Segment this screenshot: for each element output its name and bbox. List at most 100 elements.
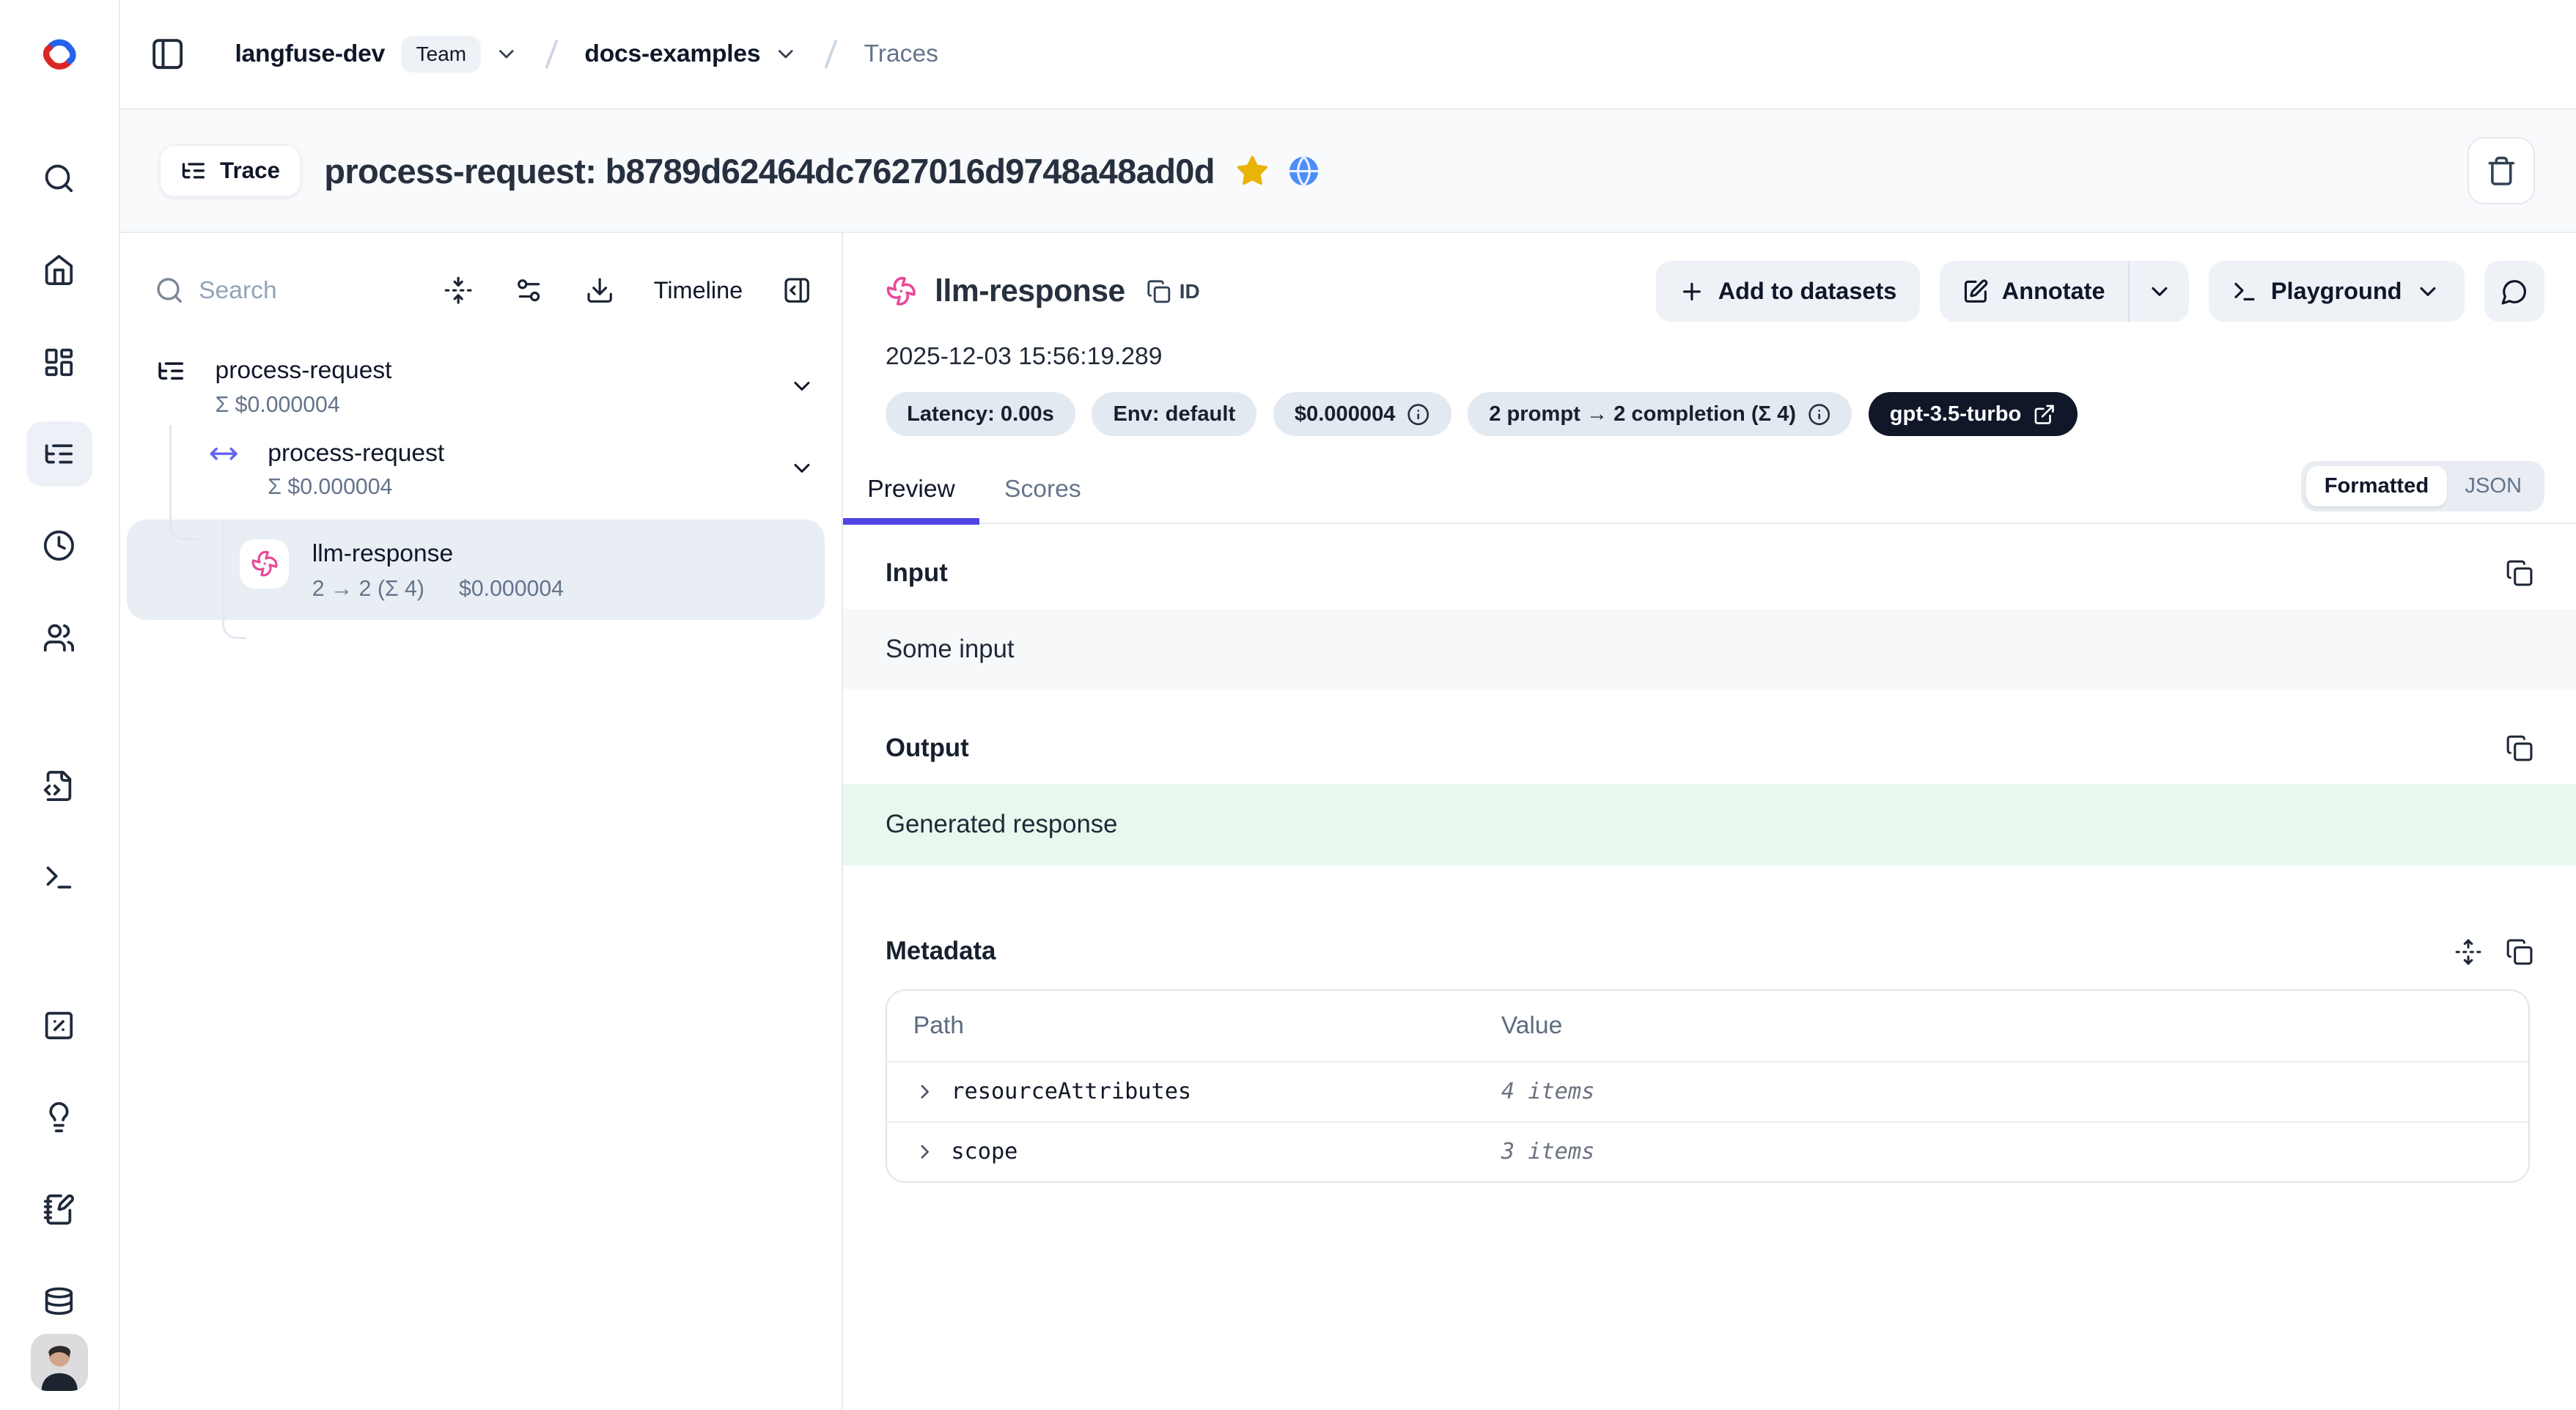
expand-row-button[interactable] <box>913 1080 936 1103</box>
annotate-label: Annotate <box>2002 278 2105 305</box>
plus-icon <box>1679 278 1705 305</box>
observation-timestamp: 2025-12-03 15:56:19.289 <box>843 343 2576 371</box>
tree-node-cost: Σ $0.000004 <box>120 393 842 418</box>
input-section-title: Input <box>886 559 948 588</box>
rail-prompts-button[interactable] <box>26 753 92 819</box>
download-button[interactable] <box>585 276 614 305</box>
generation-fan-icon <box>886 276 917 307</box>
content-row: Timeline process-request Σ $0.000004 <box>120 233 2576 1410</box>
public-globe-icon[interactable] <box>1287 154 1321 188</box>
output-section-header: Output <box>843 734 2576 763</box>
copy-output-button[interactable] <box>2506 734 2533 762</box>
copy-id-button[interactable]: ID <box>1147 279 1200 304</box>
model-badge-label: gpt-3.5-turbo <box>1890 402 2022 427</box>
playground-button[interactable]: Playground <box>2209 261 2465 322</box>
observation-title: llm-response <box>935 273 1125 309</box>
langfuse-logo[interactable] <box>37 0 82 109</box>
environment-badge: Env: default <box>1092 392 1256 436</box>
bookmark-star-icon[interactable] <box>1236 155 1269 188</box>
rail-search-button[interactable] <box>26 145 92 211</box>
expand-row-button[interactable] <box>913 1140 936 1163</box>
metadata-table: Path Value resourceAttributes 4 items <box>886 989 2530 1183</box>
edit-pencil-icon <box>1962 278 1989 305</box>
tree-search-input[interactable] <box>199 277 380 305</box>
expand-metadata-button[interactable] <box>2454 938 2482 966</box>
rail-users-button[interactable] <box>26 605 92 671</box>
breadcrumb-project[interactable]: docs-examples <box>584 40 760 68</box>
terminal-icon <box>43 861 76 894</box>
langfuse-logo-icon <box>37 32 82 77</box>
lightbulb-icon <box>43 1101 76 1134</box>
rail-evaluation-button[interactable] <box>26 992 92 1058</box>
tree-node-label: llm-response <box>312 540 453 567</box>
timeline-toggle[interactable]: Timeline <box>654 277 743 304</box>
rail-dashboard-button[interactable] <box>26 329 92 395</box>
detail-tabs: Preview Scores Formatted JSON <box>843 461 2576 525</box>
metadata-row: resourceAttributes 4 items <box>887 1061 2528 1121</box>
generation-fan-icon <box>240 539 289 588</box>
info-icon <box>1808 403 1830 426</box>
observation-actions: Add to datasets Annotate P <box>1656 261 2545 322</box>
copy-input-button[interactable] <box>2506 559 2533 587</box>
rail-datasets-button[interactable] <box>26 1269 92 1335</box>
external-link-icon <box>2033 403 2056 426</box>
collapse-tree-panel-button[interactable] <box>782 276 812 305</box>
rail-tracing-button[interactable] <box>26 421 92 487</box>
delete-trace-button[interactable] <box>2468 137 2535 204</box>
collapse-all-button[interactable] <box>444 276 473 305</box>
rail-nav <box>26 145 92 1334</box>
tree-settings-button[interactable] <box>514 276 543 305</box>
square-percent-icon <box>43 1009 76 1042</box>
project-switcher-button[interactable] <box>773 42 798 67</box>
trace-type-badge: Trace <box>159 144 301 196</box>
token-usage-badge[interactable]: 2 prompt → 2 completion (Σ 4) <box>1468 392 1852 436</box>
sidebar-toggle-button[interactable] <box>150 36 185 72</box>
rail-insights-button[interactable] <box>26 1085 92 1151</box>
copy-metadata-button[interactable] <box>2506 938 2533 966</box>
add-to-datasets-button[interactable]: Add to datasets <box>1656 261 1920 322</box>
breadcrumb-traces-link[interactable]: Traces <box>864 40 938 68</box>
annotate-split-button: Annotate <box>1940 261 2189 322</box>
chevron-down-icon <box>773 42 798 67</box>
comments-button[interactable] <box>2484 261 2545 322</box>
user-avatar[interactable] <box>31 1334 88 1391</box>
annotate-button[interactable]: Annotate <box>1940 261 2128 322</box>
organization-switcher-button[interactable] <box>494 42 519 67</box>
span-arrows-icon <box>209 439 238 468</box>
view-formatted-option[interactable]: Formatted <box>2306 466 2447 506</box>
tree-node-span[interactable]: process-request Σ $0.000004 <box>120 439 842 500</box>
observation-tree: process-request Σ $0.000004 process-requ… <box>120 356 842 620</box>
model-badge[interactable]: gpt-3.5-turbo <box>1869 392 2078 436</box>
annotate-dropdown-button[interactable] <box>2130 261 2189 322</box>
tab-scores[interactable]: Scores <box>979 465 1105 523</box>
tab-preview[interactable]: Preview <box>843 465 980 523</box>
rail-annotation-button[interactable] <box>26 1176 92 1242</box>
breadcrumb-organization[interactable]: langfuse-dev <box>235 40 385 68</box>
tree-node-tokens: 2 → 2 (Σ 4) <box>312 577 424 602</box>
column-header-value: Value <box>1501 1012 1562 1040</box>
view-mode-toggle: Formatted JSON <box>2301 461 2544 512</box>
tree-node-trace[interactable]: process-request Σ $0.000004 <box>120 356 842 417</box>
cost-badge[interactable]: $0.000004 <box>1273 392 1451 436</box>
collapse-node-button[interactable] <box>789 455 815 481</box>
view-json-option[interactable]: JSON <box>2447 466 2540 506</box>
list-tree-icon <box>43 438 76 470</box>
chevron-down-icon <box>2146 278 2173 305</box>
tree-node-label: process-request <box>216 357 392 385</box>
preview-body: Input Some input Output Generated respon… <box>843 524 2576 1410</box>
copy-icon <box>2506 734 2533 762</box>
org-plan-badge: Team <box>401 36 481 73</box>
metadata-value: 4 items <box>1501 1079 1594 1104</box>
copy-icon <box>2506 559 2533 587</box>
collapse-node-button[interactable] <box>789 373 815 399</box>
observation-header: llm-response ID Add to datasets <box>843 233 2576 322</box>
rail-sessions-button[interactable] <box>26 513 92 579</box>
download-icon <box>585 276 614 305</box>
rail-home-button[interactable] <box>26 237 92 303</box>
metadata-row: scope 3 items <box>887 1121 2528 1181</box>
chevron-right-icon <box>913 1140 936 1163</box>
list-tree-icon <box>180 158 207 184</box>
metadata-key: scope <box>951 1139 1017 1164</box>
settings-sliders-icon <box>514 276 543 305</box>
rail-playground-button[interactable] <box>26 845 92 911</box>
